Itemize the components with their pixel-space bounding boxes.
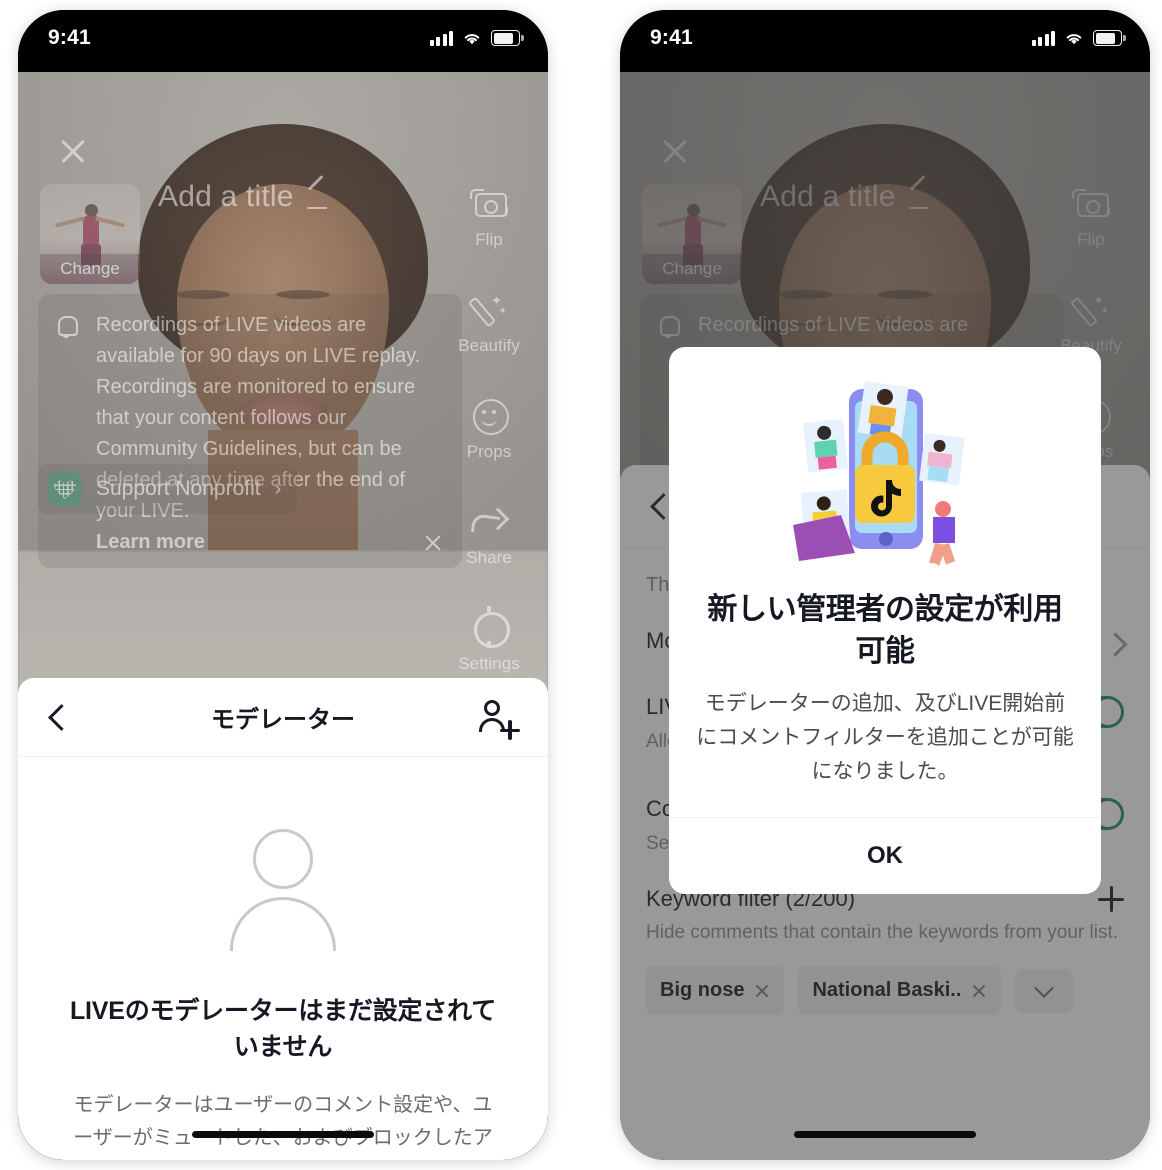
phone-right: Change Add a title Recordings of LIVE vi…: [620, 10, 1150, 1160]
support-nonprofit-label: Support Nonprofit: [96, 477, 261, 500]
new-moderator-settings-modal: 新しい管理者の設定が利用可能 モデレーターの追加、及びLIVE開始前にコメントフ…: [669, 347, 1101, 894]
moderator-sheet: モデレーター LIVEのモデレーターはまだ設定されていません モデレーターはユー…: [18, 678, 548, 1160]
chevron-right-icon: ›: [274, 477, 282, 500]
close-x-icon[interactable]: [56, 134, 90, 168]
cover-change-label: Change: [40, 254, 140, 284]
status-time: 9:41: [48, 26, 91, 49]
beautify-wand-icon: ✦✦: [467, 288, 510, 330]
add-title-row[interactable]: Add a title: [158, 180, 331, 214]
share-arrow-icon: [468, 500, 510, 542]
status-indicators: [1031, 30, 1126, 46]
side-control-beautify[interactable]: ✦✦ Beautify: [458, 288, 519, 356]
modal-body: 新しい管理者の設定が利用可能 モデレーターの追加、及びLIVE開始前にコメントフ…: [669, 347, 1101, 817]
battery-icon: [1093, 30, 1126, 46]
wifi-icon: [1066, 34, 1082, 45]
empty-state-description: モデレーターはユーザーのコメント設定や、ユーザーがミュートした、およびブロックし…: [73, 1094, 493, 1149]
side-control-flip[interactable]: Flip: [468, 182, 510, 250]
side-control-label: Props: [466, 442, 512, 461]
cellular-bars-icon: [429, 30, 453, 46]
props-face-icon: [468, 394, 510, 436]
status-bar: 9:41: [620, 10, 1150, 72]
phone-right-screen: Change Add a title Recordings of LIVE vi…: [620, 10, 1150, 1160]
side-control-label: Share: [466, 548, 512, 567]
side-control-label: Beautify: [458, 336, 520, 355]
pencil-edit-icon[interactable]: [306, 185, 331, 210]
moderator-sheet-header: モデレーター: [18, 678, 548, 757]
status-time: 9:41: [650, 26, 693, 49]
home-indicator: [794, 1131, 976, 1138]
status-indicators: [429, 30, 524, 46]
side-control-props[interactable]: Props: [467, 394, 511, 462]
bell-icon: [56, 316, 78, 338]
screenshot-stage: Change Add a title Recordings of LIVE vi…: [0, 0, 1162, 1170]
settings-gear-icon: [468, 606, 510, 648]
modal-title: 新しい管理者の設定が利用可能: [707, 593, 1063, 668]
side-control-label: Settings: [458, 654, 520, 673]
recording-notice: Recordings of LIVE videos are available …: [38, 294, 462, 568]
home-indicator: [192, 1131, 374, 1138]
empty-state-title: LIVEのモデレーターはまだ設定されていません: [69, 997, 497, 1061]
globe-heart-icon: [48, 472, 82, 506]
chevron-left-icon[interactable]: [44, 702, 74, 732]
side-control-settings[interactable]: Settings: [458, 606, 520, 674]
add-person-icon[interactable]: [478, 698, 522, 741]
battery-icon: [491, 30, 524, 46]
phone-left-screen: Change Add a title Recordings of LIVE vi…: [18, 10, 548, 1160]
modal-description: モデレーターの追加、及びLIVE開始前にコメントフィルターを追加ことが可能になり…: [696, 692, 1074, 783]
support-nonprofit-row[interactable]: Support Nonprofit ›: [38, 464, 298, 514]
phone-lock-people-illustration: [785, 375, 985, 575]
camera-flip-icon: [468, 182, 510, 224]
status-bar: 9:41: [18, 10, 548, 72]
moderator-sheet-title: モデレーター: [211, 706, 355, 734]
side-control-label: Flip: [475, 230, 503, 249]
cover-thumbnail[interactable]: Change: [40, 184, 140, 284]
side-control-share[interactable]: Share: [466, 500, 511, 568]
learn-more-link[interactable]: Learn more: [52, 531, 448, 554]
moderator-empty-state: LIVEのモデレーターはまだ設定されていません モデレーターはユーザーのコメント…: [18, 757, 548, 1160]
modal-ok-button[interactable]: OK: [669, 818, 1101, 894]
close-x-icon[interactable]: [422, 532, 444, 554]
live-side-controls: Flip ✦ ✦ Beautify Props Share Settings: [446, 182, 532, 674]
add-title-placeholder: Add a title: [158, 180, 294, 213]
wifi-icon: [464, 34, 480, 45]
cellular-bars-icon: [1031, 30, 1055, 46]
person-avatar-icon: [222, 829, 344, 951]
phone-left: Change Add a title Recordings of LIVE vi…: [18, 10, 548, 1160]
